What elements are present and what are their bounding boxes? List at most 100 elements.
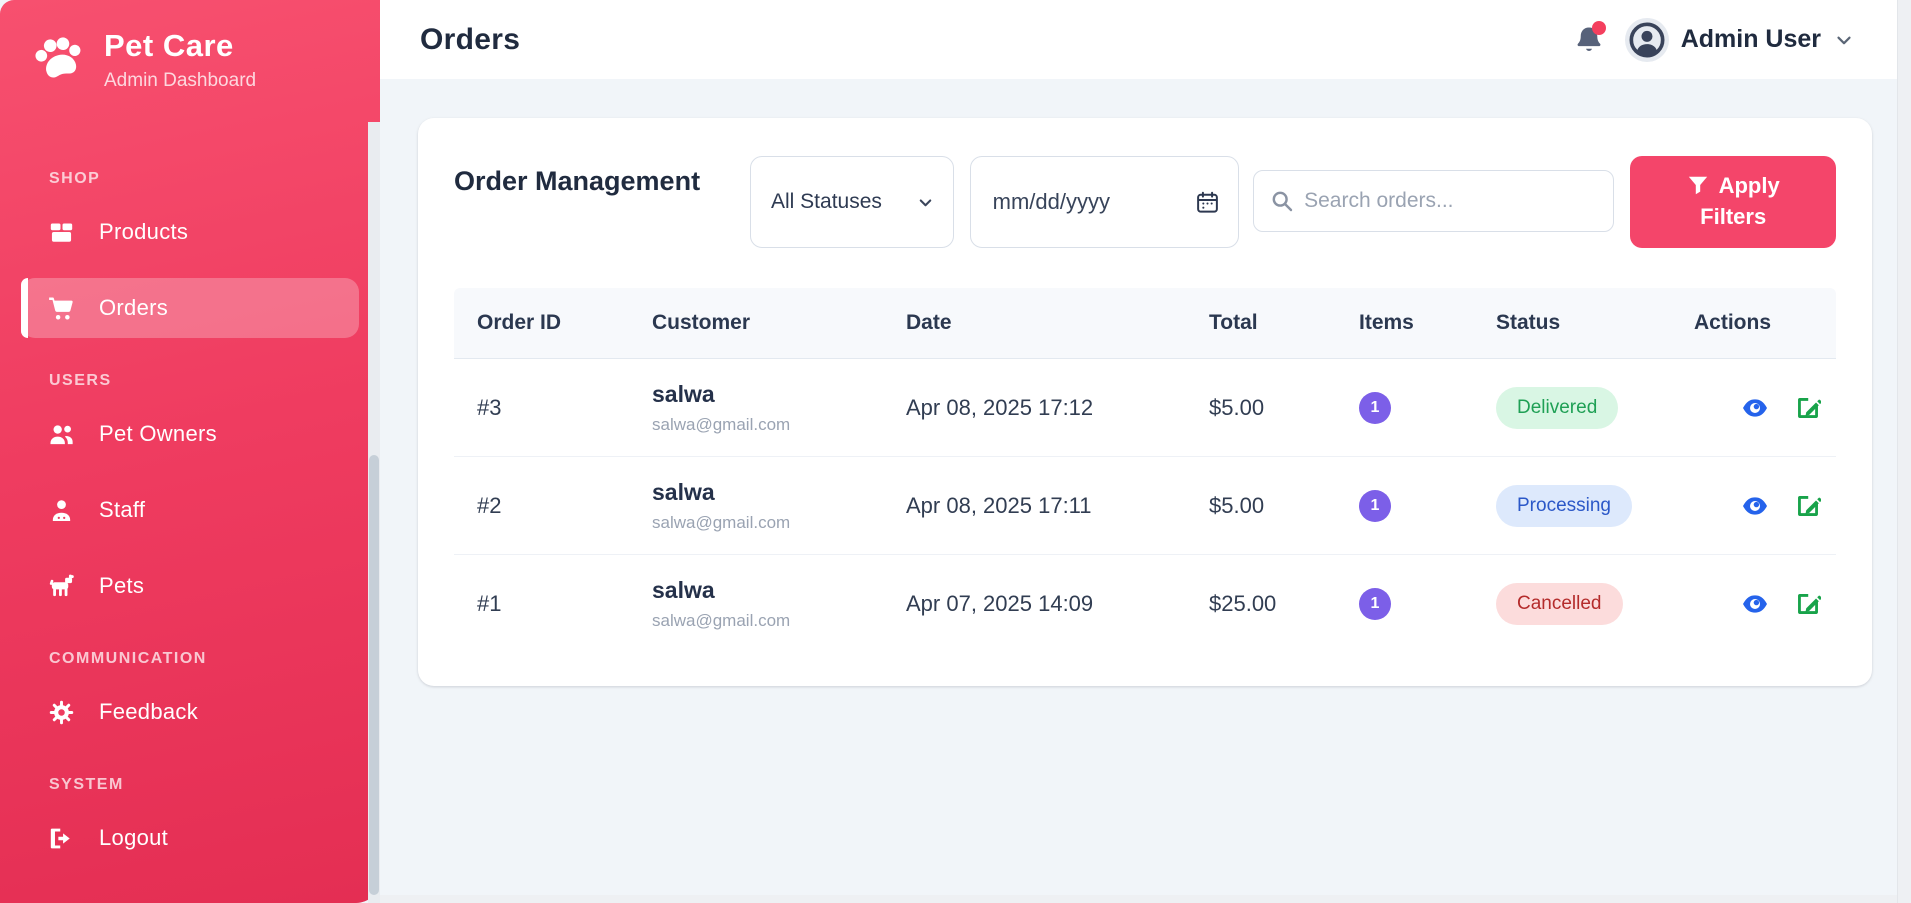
col-items: Items [1336,311,1473,335]
order-total: $5.00 [1186,493,1336,519]
status-badge: Delivered [1496,387,1618,429]
date-filter-input[interactable]: mm/dd/yyyy [970,156,1239,248]
search-box [1253,170,1614,232]
customer-cell: salwa salwa@gmail.com [629,479,883,533]
order-management-card: Order Management All Statuses mm/dd/yyyy [418,118,1872,686]
vertical-scrollbar[interactable] [1897,0,1911,903]
users-icon [48,421,75,448]
nurse-icon [48,497,75,524]
card-heading: Order Management [454,164,734,199]
order-date: Apr 08, 2025 17:12 [883,395,1186,421]
customer-name: salwa [652,479,883,506]
table-row: #1 salwa salwa@gmail.com Apr 07, 2025 14… [454,555,1836,653]
customer-email: salwa@gmail.com [652,415,883,435]
sidebar-scrollbar-track[interactable] [368,122,380,903]
horizontal-scrollbar[interactable] [380,895,1897,903]
main-content: Order Management All Statuses mm/dd/yyyy [380,79,1911,903]
chevron-down-icon [916,193,935,212]
date-filter-value: mm/dd/yyyy [993,189,1110,215]
user-menu[interactable]: Admin User [1625,18,1855,62]
box-icon [48,219,75,246]
top-header: Orders Admin User [380,0,1911,79]
dog-icon [48,573,75,600]
order-total: $5.00 [1186,395,1336,421]
sidebar-nav: SHOP Products Orders USERS [0,136,380,868]
section-label-shop: SHOP [49,170,353,188]
actions-cell [1671,591,1836,617]
status-badge: Processing [1496,485,1632,527]
edit-order-button[interactable] [1795,493,1821,519]
edit-order-button[interactable] [1795,591,1821,617]
avatar [1625,18,1669,62]
edit-icon [1795,395,1821,421]
order-id: #3 [454,395,629,421]
user-name: Admin User [1681,25,1821,54]
notification-dot [1592,21,1606,35]
col-customer: Customer [629,311,883,335]
sidebar-item-logout[interactable]: Logout [21,808,359,868]
edit-icon [1795,493,1821,519]
filters-row: Order Management All Statuses mm/dd/yyyy [454,156,1836,248]
status-badge: Cancelled [1496,583,1623,625]
table-header-row: Order ID Customer Date Total Items Statu… [454,288,1836,359]
calendar-icon [1195,190,1220,215]
page-title: Orders [420,23,520,57]
order-id: #2 [454,493,629,519]
apply-filters-button[interactable]: Apply Filters [1630,156,1836,248]
customer-cell: salwa salwa@gmail.com [629,577,883,631]
col-date: Date [883,311,1186,335]
section-label-users: USERS [49,372,353,390]
order-total: $25.00 [1186,591,1336,617]
logout-icon [48,825,75,852]
user-circle-icon [1627,20,1667,60]
section-label-communication: COMMUNICATION [49,650,353,668]
paw-icon [30,32,86,88]
sidebar-item-label: Logout [99,825,168,851]
app-title: Pet Care [104,28,256,64]
cart-icon [48,295,75,322]
edit-icon [1795,591,1821,617]
sidebar-item-label: Feedback [99,699,198,725]
sidebar: Pet Care Admin Dashboard SHOP Products [0,0,380,903]
eye-icon [1741,396,1769,420]
col-actions: Actions [1671,311,1836,335]
gear-icon [48,699,75,726]
order-id: #1 [454,591,629,617]
customer-cell: salwa salwa@gmail.com [629,381,883,435]
sidebar-item-pet-owners[interactable]: Pet Owners [21,404,359,464]
orders-table: Order ID Customer Date Total Items Statu… [454,288,1836,653]
col-total: Total [1186,311,1336,335]
order-date: Apr 08, 2025 17:11 [883,493,1186,519]
table-row: #2 salwa salwa@gmail.com Apr 08, 2025 17… [454,457,1836,555]
status-filter-value: All Statuses [771,190,882,214]
edit-order-button[interactable] [1795,395,1821,421]
view-order-button[interactable] [1741,592,1769,616]
filter-icon [1687,174,1709,196]
sidebar-item-staff[interactable]: Staff [21,480,359,540]
sidebar-item-orders[interactable]: Orders [21,278,359,338]
actions-cell [1671,395,1836,421]
status-filter-select[interactable]: All Statuses [750,156,954,248]
customer-email: salwa@gmail.com [652,611,883,631]
sidebar-item-label: Pets [99,573,144,599]
eye-icon [1741,494,1769,518]
search-icon [1270,189,1294,213]
sidebar-item-pets[interactable]: Pets [21,556,359,616]
sidebar-item-label: Orders [99,295,168,321]
sidebar-item-feedback[interactable]: Feedback [21,682,359,742]
view-order-button[interactable] [1741,396,1769,420]
sidebar-scrollbar-thumb[interactable] [369,455,379,895]
eye-icon [1741,592,1769,616]
section-label-system: SYSTEM [49,776,353,794]
table-row: #3 salwa salwa@gmail.com Apr 08, 2025 17… [454,359,1836,457]
notifications-button[interactable] [1573,23,1605,57]
search-input[interactable] [1304,189,1599,213]
col-order-id: Order ID [454,311,629,335]
view-order-button[interactable] [1741,494,1769,518]
order-date: Apr 07, 2025 14:09 [883,591,1186,617]
customer-name: salwa [652,577,883,604]
app-subtitle: Admin Dashboard [104,70,256,92]
sidebar-item-label: Staff [99,497,145,523]
sidebar-item-products[interactable]: Products [21,202,359,262]
items-count-badge: 1 [1359,490,1391,522]
